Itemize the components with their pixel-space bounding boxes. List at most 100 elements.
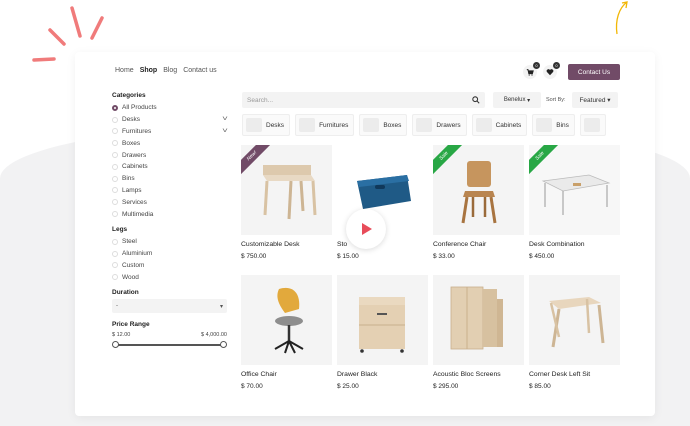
sort-dropdown[interactable]: Featured ▾ [572,92,618,108]
duration-select[interactable]: - ▾ [112,299,227,314]
category-all-products[interactable]: All Products [112,102,227,114]
wishlist-button[interactable]: 0 [543,62,560,79]
play-button[interactable] [346,209,386,249]
desk-thumbnail-icon [246,118,262,132]
chip-cabinets[interactable]: Cabinets [471,114,528,136]
caret-down-icon: ▾ [219,303,223,310]
checkbox-icon [112,262,118,269]
price-range-slider[interactable] [112,340,227,350]
office-chair-image-icon [274,287,304,354]
product-image[interactable]: Sale [529,145,620,235]
drawer-thumbnail-icon [416,118,433,132]
chip-bins[interactable]: Bins [532,114,575,136]
product-name[interactable]: Corner Desk Left Sit [529,371,620,378]
radio-icon [112,152,118,159]
drawer-image-icon [359,297,405,353]
cabinet-thumbnail-icon [475,118,492,132]
search-input[interactable]: Search... [242,92,485,108]
product-price: $ 450.00 [529,253,555,260]
product-image[interactable]: New! [241,145,332,235]
product-price: $ 70.00 [241,383,263,390]
header-actions: 0 0 Contact Us [523,62,620,80]
contact-us-button[interactable]: Contact Us [568,64,620,80]
product-card[interactable]: Sale Conference Chair $ 33.00 [433,145,524,275]
category-cabinets[interactable]: Cabinets [112,161,227,173]
wishlist-count-badge: 0 [553,62,560,69]
chip-drawers[interactable]: Drawers [412,114,467,136]
product-name[interactable]: Conference Chair [433,241,524,248]
product-price: $ 85.00 [529,383,551,390]
product-grid: New! Customizable Desk $ 750.00 Sto $ 15… [241,145,621,405]
box-thumbnail-icon [363,118,380,132]
legs-steel[interactable]: Steel [112,236,227,248]
category-multimedia[interactable]: Multimedia [112,208,227,220]
product-card[interactable]: Acoustic Bloc Screens $ 295.00 [433,275,524,405]
product-card[interactable]: Office Chair $ 70.00 [241,275,332,405]
product-card[interactable]: Drawer Black $ 25.00 [337,275,428,405]
filter-sidebar: Categories All Products Desks ˅ Furniture… [112,92,228,350]
arrow-decoration [615,1,628,35]
nav-contact[interactable]: Contact us [183,67,216,74]
nav-home[interactable]: Home [115,67,134,74]
search-icon[interactable] [472,96,480,104]
chevron-down-icon[interactable]: ˅ [222,128,228,135]
category-furnitures[interactable]: Furnitures ˅ [112,126,228,138]
product-image[interactable] [529,275,620,365]
category-bins[interactable]: Bins [112,173,227,185]
product-name[interactable]: Office Chair [241,371,332,378]
chip-furnitures[interactable]: Furnitures [295,114,355,136]
product-card[interactable]: Sto $ 15.00 [337,145,428,275]
legs-custom[interactable]: Custom [112,260,227,272]
category-lamps[interactable]: Lamps [112,185,227,197]
product-price: $ 750.00 [241,253,267,260]
legs-aluminium[interactable]: Aluminium [112,248,227,260]
product-image[interactable] [433,275,524,365]
radio-icon [112,175,118,182]
caret-down-icon: ▾ [527,97,531,104]
cart-button[interactable]: 0 [523,62,540,79]
product-image[interactable] [337,275,428,365]
chip-boxes[interactable]: Boxes [359,114,408,136]
product-name[interactable]: Customizable Desk [241,241,332,248]
nav-blog[interactable]: Blog [163,67,177,74]
sort-label: Sort By: [546,97,566,103]
product-image[interactable]: Sale [433,145,524,235]
category-boxes[interactable]: Boxes [112,137,227,149]
chip-desks[interactable]: Desks [242,114,291,136]
product-name[interactable]: Acoustic Bloc Screens [433,371,524,378]
slider-min-handle[interactable] [112,341,119,349]
checkbox-icon [112,250,118,257]
heart-icon [546,69,554,76]
checkbox-icon [112,274,118,281]
product-name[interactable]: Desk Combination [529,241,620,248]
product-image[interactable] [241,275,332,365]
product-card[interactable]: Sale Desk Combination $ 450.00 [529,145,620,275]
radio-icon [112,199,118,206]
category-chip-bar: Desks Furnitures Boxes Drawers Cabinets … [242,114,621,136]
radio-icon [112,163,118,170]
category-drawers[interactable]: Drawers [112,149,227,161]
chip-more[interactable] [579,114,606,136]
price-max: $ 4,000.00 [201,332,227,339]
more-thumbnail-icon [583,118,600,132]
slider-max-handle[interactable] [220,341,227,349]
radio-icon [112,140,118,147]
pricelist-dropdown[interactable]: Benelux ▾ [493,92,541,108]
radio-icon [112,116,118,123]
cart-icon [526,69,534,76]
play-icon [362,223,372,235]
legs-wood[interactable]: Wood [112,271,227,283]
caret-down-icon: ▾ [607,97,611,104]
product-price: $ 33.00 [433,253,455,260]
product-card[interactable]: New! Customizable Desk $ 750.00 [241,145,332,275]
product-name[interactable]: Drawer Black [337,371,428,378]
price-min: $ 12.00 [112,332,131,339]
category-desks[interactable]: Desks ˅ [112,114,228,126]
nav-shop[interactable]: Shop [140,67,158,74]
radio-icon [112,211,118,218]
product-card[interactable]: Corner Desk Left Sit $ 85.00 [529,275,620,405]
shop-window: Home Shop Blog Contact us 0 0 Contact Us… [75,52,655,416]
category-services[interactable]: Services [112,196,227,208]
chevron-down-icon[interactable]: ˅ [222,116,228,123]
product-price: $ 15.00 [337,253,359,260]
